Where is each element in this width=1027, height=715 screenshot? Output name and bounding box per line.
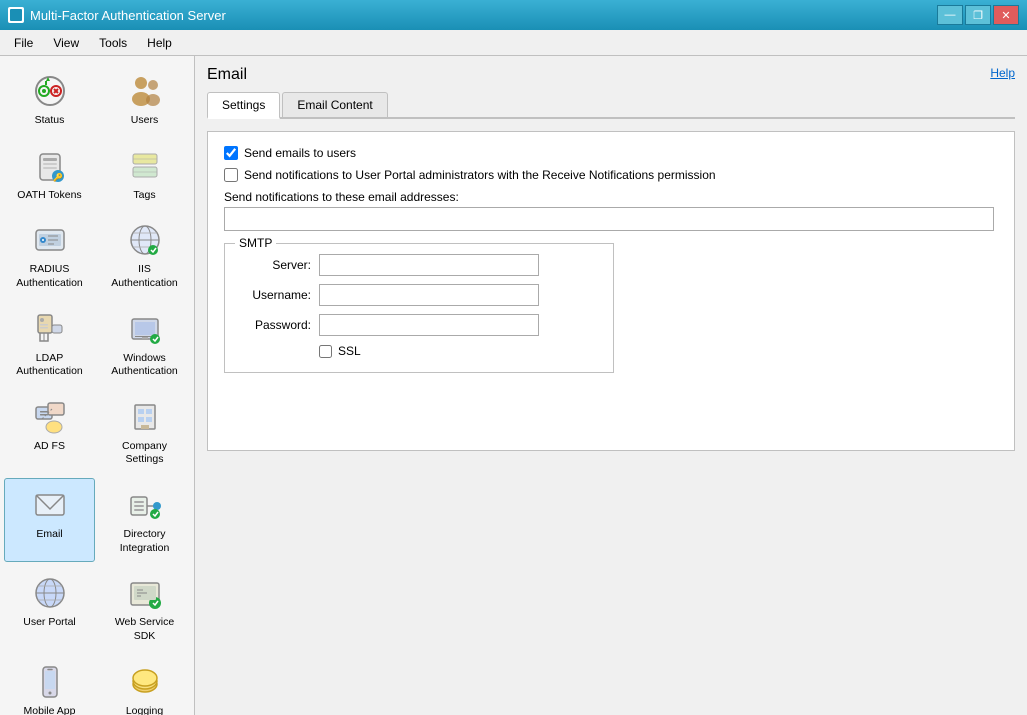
logging-icon <box>125 662 165 702</box>
email-label: Email <box>36 528 62 542</box>
tags-icon <box>125 146 165 186</box>
smtp-username-input[interactable] <box>319 284 539 306</box>
svg-text:🔑: 🔑 <box>53 172 63 182</box>
sidebar-item-radius-auth[interactable]: RADIUSAuthentication <box>4 213 95 297</box>
sidebar-item-logging[interactable]: Logging <box>99 655 190 715</box>
iis-icon <box>125 220 165 260</box>
sidebar-item-directory-integration[interactable]: DirectoryIntegration <box>99 478 190 562</box>
user-portal-label: User Portal <box>23 616 76 630</box>
ssl-label: SSL <box>338 344 361 358</box>
tabs: Settings Email Content <box>207 92 1015 119</box>
company-icon <box>125 397 165 437</box>
smtp-password-row: Password: <box>239 314 599 336</box>
title-bar-left: Multi-Factor Authentication Server <box>8 7 226 23</box>
tags-label: Tags <box>133 189 155 203</box>
adfs-icon <box>30 397 70 437</box>
send-emails-checkbox[interactable] <box>224 146 238 160</box>
menu-tools[interactable]: Tools <box>89 32 137 54</box>
smtp-legend: SMTP <box>235 236 276 250</box>
email-addresses-input[interactable] <box>224 207 994 231</box>
iis-auth-label: IISAuthentication <box>111 263 178 290</box>
users-label: Users <box>131 114 158 128</box>
ssl-checkbox[interactable] <box>319 345 332 358</box>
web-service-sdk-label: Web ServiceSDK <box>115 616 174 643</box>
windows-auth-label: WindowsAuthentication <box>111 352 178 379</box>
smtp-username-label: Username: <box>239 288 319 302</box>
main-container: Status Users <box>0 56 1027 715</box>
send-emails-label: Send emails to users <box>244 146 356 160</box>
sidebar-item-windows-auth[interactable]: WindowsAuthentication <box>99 302 190 386</box>
smtp-server-row: Server: <box>239 254 599 276</box>
email-addresses-label: Send notifications to these email addres… <box>224 190 998 204</box>
maximize-button[interactable]: ❐ <box>965 5 991 25</box>
smtp-username-row: Username: <box>239 284 599 306</box>
smtp-password-label: Password: <box>239 318 319 332</box>
close-button[interactable]: ✕ <box>993 5 1019 25</box>
sdk-icon <box>125 573 165 613</box>
menu-file[interactable]: File <box>4 32 43 54</box>
minimize-button[interactable]: — <box>937 5 963 25</box>
help-link[interactable]: Help <box>990 66 1015 80</box>
content-title: Email <box>207 66 247 84</box>
company-settings-label: CompanySettings <box>122 440 167 467</box>
users-icon <box>125 71 165 111</box>
sidebar-item-web-service-sdk[interactable]: Web ServiceSDK <box>99 566 190 650</box>
sidebar-item-company-settings[interactable]: CompanySettings <box>99 390 190 474</box>
email-addresses-row: Send notifications to these email addres… <box>224 190 998 231</box>
send-notifications-checkbox[interactable] <box>224 168 238 182</box>
mobile-app-label: Mobile App <box>24 705 76 715</box>
windows-icon <box>125 309 165 349</box>
email-icon <box>30 485 70 525</box>
radius-auth-label: RADIUSAuthentication <box>16 263 83 290</box>
smtp-group: SMTP Server: Username: Password: SSL <box>224 243 614 373</box>
oath-icon: 🔑 <box>30 146 70 186</box>
mobile-icon <box>30 662 70 702</box>
adfs-label: AD FS <box>34 440 65 454</box>
smtp-server-label: Server: <box>239 258 319 272</box>
ssl-row: SSL <box>319 344 599 358</box>
app-icon <box>8 7 24 23</box>
sidebar-item-iis-auth[interactable]: IISAuthentication <box>99 213 190 297</box>
sidebar-grid: Status Users <box>4 64 190 715</box>
smtp-password-input[interactable] <box>319 314 539 336</box>
menu-view[interactable]: View <box>43 32 89 54</box>
tab-settings[interactable]: Settings <box>207 92 280 119</box>
tab-email-content[interactable]: Email Content <box>282 92 387 117</box>
send-notifications-label: Send notifications to User Portal admini… <box>244 168 716 182</box>
menu-help[interactable]: Help <box>137 32 182 54</box>
content-area: Email Help Settings Email Content Send e… <box>195 56 1027 715</box>
directory-integration-label: DirectoryIntegration <box>120 528 170 555</box>
sidebar: Status Users <box>0 56 195 715</box>
radius-icon <box>30 220 70 260</box>
status-icon <box>30 71 70 111</box>
smtp-server-input[interactable] <box>319 254 539 276</box>
ldap-auth-label: LDAPAuthentication <box>16 352 83 379</box>
sidebar-item-tags[interactable]: Tags <box>99 139 190 210</box>
send-notifications-row: Send notifications to User Portal admini… <box>224 168 998 182</box>
sidebar-item-mobile-app[interactable]: Mobile App <box>4 655 95 715</box>
logging-label: Logging <box>126 705 163 715</box>
send-emails-row: Send emails to users <box>224 146 998 160</box>
ldap-icon <box>30 309 70 349</box>
title-bar: Multi-Factor Authentication Server — ❐ ✕ <box>0 0 1027 30</box>
menu-bar: File View Tools Help <box>0 30 1027 56</box>
portal-icon <box>30 573 70 613</box>
sidebar-item-ad-fs[interactable]: AD FS <box>4 390 95 474</box>
sidebar-item-oath-tokens[interactable]: 🔑 OATH Tokens <box>4 139 95 210</box>
content-header: Email Help <box>207 66 1015 84</box>
window-controls: — ❐ ✕ <box>937 5 1019 25</box>
sidebar-item-user-portal[interactable]: User Portal <box>4 566 95 650</box>
sidebar-item-email[interactable]: Email <box>4 478 95 562</box>
oath-tokens-label: OATH Tokens <box>17 189 81 203</box>
settings-panel: Send emails to users Send notifications … <box>207 131 1015 451</box>
status-label: Status <box>35 114 65 128</box>
directory-icon <box>125 485 165 525</box>
sidebar-item-users[interactable]: Users <box>99 64 190 135</box>
sidebar-item-ldap-auth[interactable]: LDAPAuthentication <box>4 302 95 386</box>
sidebar-item-status[interactable]: Status <box>4 64 95 135</box>
window-title: Multi-Factor Authentication Server <box>30 8 226 23</box>
